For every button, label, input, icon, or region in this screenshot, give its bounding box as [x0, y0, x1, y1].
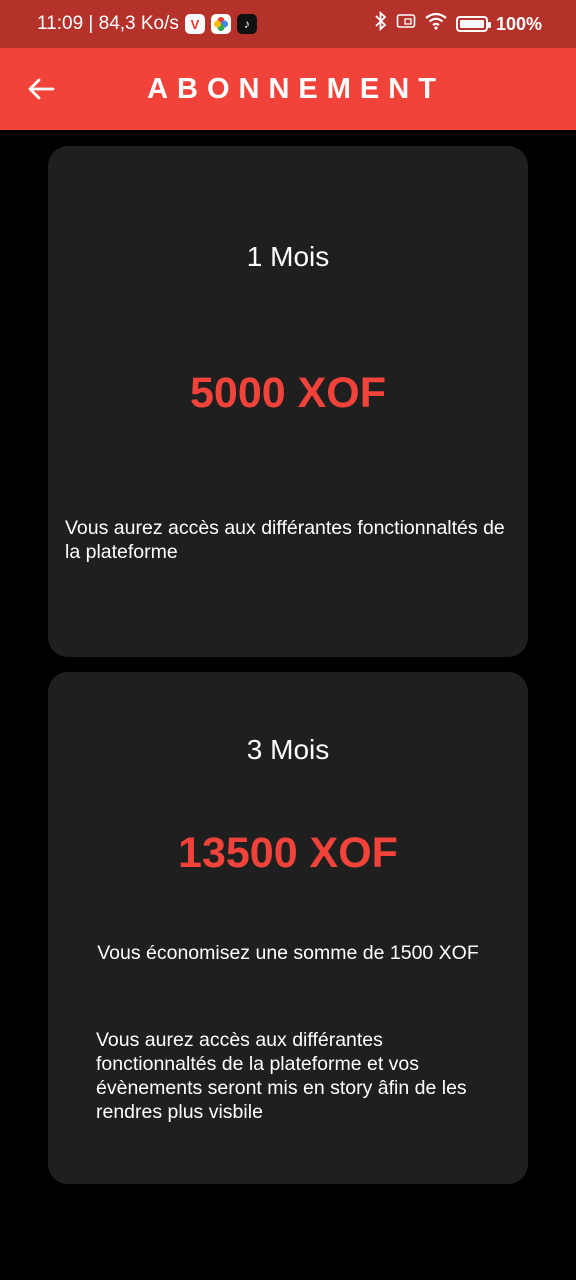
battery-level: 100%: [495, 13, 542, 34]
back-button[interactable]: [22, 70, 60, 108]
plan-price: 13500 XOF: [178, 829, 398, 877]
page-title: ABONNEMENT: [147, 72, 445, 105]
sim-card-icon: [396, 13, 416, 35]
wifi-icon: [424, 12, 448, 36]
plan-savings: Vous économisez une somme de 1500 XOF: [97, 942, 479, 964]
back-arrow-icon: [28, 78, 55, 100]
bluetooth-icon: [374, 10, 388, 37]
battery-fill: [459, 20, 484, 28]
google-photos-icon: [210, 14, 231, 34]
plan-duration: 3 Mois: [246, 734, 330, 765]
battery-icon: [455, 16, 491, 32]
plan-card-3-months[interactable]: 3 Mois 13500 XOF Vous économisez une som…: [48, 672, 528, 1184]
plan-description: Vous aurez accès aux différantes fonctio…: [96, 1029, 467, 1123]
plan-description: Vous aurez accès aux différantes fonctio…: [65, 517, 505, 563]
app-bar: ABONNEMENT: [0, 48, 576, 130]
vivaldi-icon: V: [184, 14, 205, 34]
status-time-speed: 11:09 | 84,3 Ko/s: [37, 13, 179, 34]
plan-card-1-month[interactable]: 1 Mois 5000 XOF Vous aurez accès aux dif…: [48, 146, 528, 657]
status-left: 11:09 | 84,3 Ko/s V ♪: [37, 13, 257, 35]
plan-price: 5000 XOF: [190, 369, 386, 417]
status-right: 100%: [374, 10, 542, 37]
plan-duration: 1 Mois: [246, 241, 330, 272]
status-bar: 11:09 | 84,3 Ko/s V ♪ 100%: [0, 0, 576, 48]
tiktok-icon: ♪: [236, 14, 257, 34]
